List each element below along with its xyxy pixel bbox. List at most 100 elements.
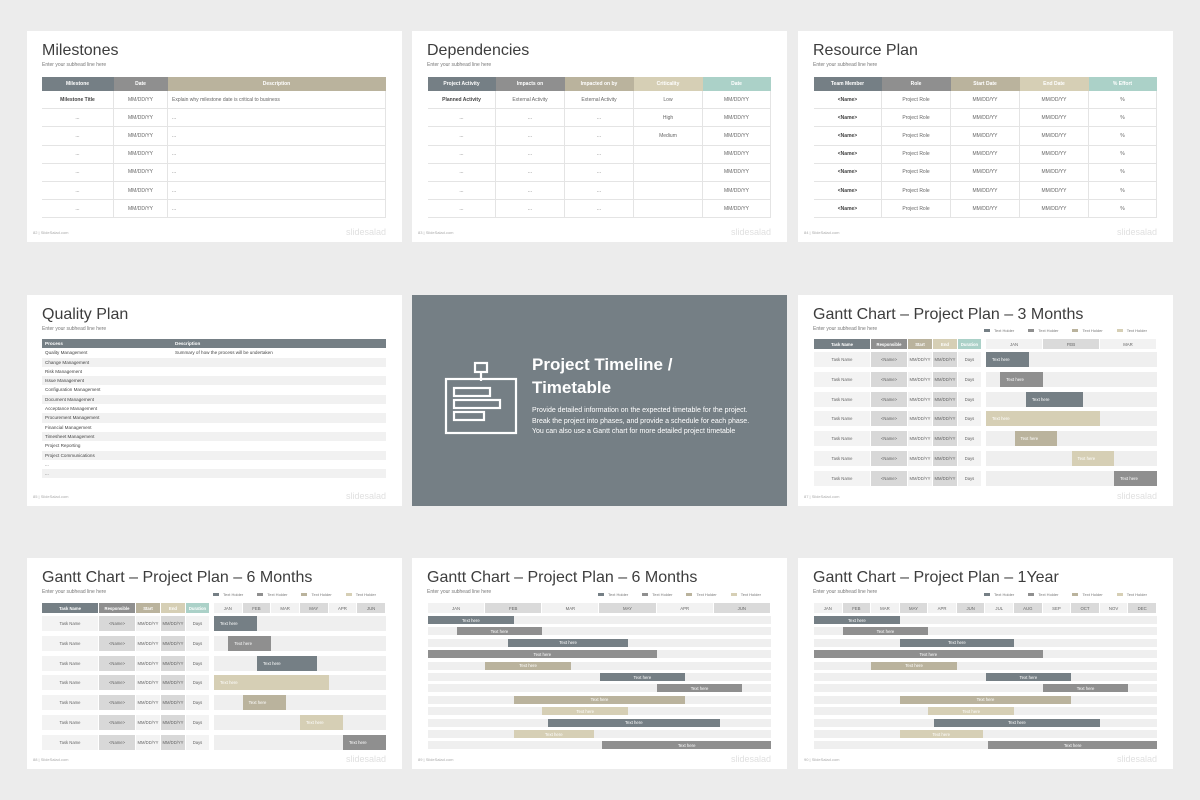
table-cell: ... bbox=[496, 181, 565, 201]
gantt-chart-icon bbox=[444, 361, 518, 435]
gantt-bar: Text here bbox=[1014, 431, 1058, 447]
table-cell: ... bbox=[496, 127, 565, 146]
quality-row: Quality Management Summary of how the pro… bbox=[42, 348, 386, 358]
slide-gantt-6-months-timeline[interactable]: Gantt Chart – Project Plan – 6 Months En… bbox=[412, 558, 787, 769]
legend-swatch bbox=[1072, 592, 1079, 597]
gantt-task-cell: Task Name bbox=[42, 616, 98, 631]
table-cell: MM/DD/YY bbox=[703, 91, 771, 110]
gantt-header-cell: Task Name bbox=[814, 339, 870, 349]
gantt-task-row: Task Name <Name> MM/DD/YY MM/DD/YY Days bbox=[814, 391, 982, 407]
table-cell: ... bbox=[565, 145, 634, 164]
quality-row: Timesheet Management bbox=[42, 431, 386, 442]
gantt-chart: Task Name Responsible Start End Duration JAN F… bbox=[814, 339, 1157, 487]
gantt-task-cell: MM/DD/YY bbox=[933, 431, 957, 447]
gantt-task-cell: MM/DD/YY bbox=[136, 635, 160, 651]
legend-item: Text Holder bbox=[345, 592, 376, 597]
slide-dependencies[interactable]: Dependencies Enter your subhead line her… bbox=[412, 31, 787, 242]
quality-row: Risk Management bbox=[42, 366, 386, 377]
quality-header-cell: Process bbox=[42, 339, 172, 349]
slide-quality-plan[interactable]: Quality Plan Enter your subhead line her… bbox=[27, 295, 402, 506]
table-cell: <Name> bbox=[814, 109, 882, 128]
quality-row: Procurement Management bbox=[42, 413, 386, 423]
gantt-bar: Text here bbox=[871, 661, 957, 670]
gantt-bar: Text here bbox=[456, 627, 543, 636]
table-cell: ... bbox=[428, 181, 496, 201]
gantt-task-cell: MM/DD/YY bbox=[136, 675, 160, 691]
quality-cell bbox=[172, 432, 386, 441]
quality-cell bbox=[172, 385, 386, 394]
table-cell: MM/DD/YY bbox=[951, 181, 1020, 201]
table-cell: Planned Activity bbox=[428, 91, 496, 110]
slide-subtitle: Enter your subhead line here bbox=[42, 326, 107, 332]
gantt-bar: Text here bbox=[257, 655, 318, 671]
gantt-task-cell: Days bbox=[186, 675, 209, 691]
table-cell: ... bbox=[168, 145, 386, 164]
gantt-bar: Text here bbox=[214, 675, 329, 691]
gantt-task-cell: Days bbox=[958, 431, 981, 447]
gantt-task-row: Task Name <Name> MM/DD/YY MM/DD/YY Days bbox=[42, 655, 210, 671]
table-cell: Project Role bbox=[882, 181, 951, 201]
gantt-header-cell: End bbox=[161, 603, 185, 613]
legend-item: Text Holder bbox=[1072, 328, 1103, 333]
gantt-month-label: SEP bbox=[1042, 603, 1072, 613]
gantt-task-cell: <Name> bbox=[99, 635, 135, 651]
gantt-task-cell: <Name> bbox=[871, 411, 907, 427]
gantt-task-cell: Task Name bbox=[814, 391, 870, 407]
slide-project-timeline[interactable]: Project Timeline / Timetable Provide det… bbox=[412, 295, 787, 506]
table-cell: <Name> bbox=[814, 200, 882, 219]
table-header-cell: Criticality bbox=[634, 77, 703, 91]
quality-cell: Change Management bbox=[45, 359, 90, 365]
gantt-task-cell: <Name> bbox=[871, 371, 907, 387]
gantt-task-cell: Task Name bbox=[814, 411, 870, 427]
gantt-track bbox=[814, 730, 1157, 738]
table-cell: Project Role bbox=[882, 109, 951, 128]
gantt-bar: Text here bbox=[814, 650, 1043, 659]
table-header-cell: Impacted on by bbox=[565, 77, 634, 91]
quality-cell bbox=[172, 404, 386, 413]
gantt-bar: Text here bbox=[508, 638, 629, 647]
slide-title: Resource Plan bbox=[813, 42, 918, 59]
table-cell: MM/DD/YY bbox=[1020, 145, 1089, 164]
gantt-task-cell: <Name> bbox=[871, 431, 907, 447]
gantt-task-cell: MM/DD/YY bbox=[933, 352, 957, 367]
gantt-bar: Text here bbox=[988, 741, 1157, 750]
table-cell: <Name> bbox=[814, 163, 882, 182]
gantt-task-cell: Task Name bbox=[814, 371, 870, 387]
dependencies-table: Project Activity Impacts on Impacted on by… bbox=[428, 77, 771, 219]
quality-cell bbox=[172, 460, 386, 469]
table-cell: MM/DD/YY bbox=[951, 127, 1020, 146]
slide-subtitle: Enter your subhead line here bbox=[813, 62, 878, 68]
slide-gantt-6-months-table[interactable]: Gantt Chart – Project Plan – 6 Months En… bbox=[27, 558, 402, 769]
quality-row: Document Management bbox=[42, 394, 386, 405]
brand-watermark: slidesalad bbox=[1116, 754, 1157, 764]
table-header-cell: Role bbox=[882, 77, 951, 91]
quality-cell: Procurement Management bbox=[45, 415, 100, 421]
slide-resource-plan[interactable]: Resource Plan Enter your subhead line he… bbox=[798, 31, 1173, 242]
quality-row: Financial Management bbox=[42, 422, 386, 432]
gantt-month-label: MAR bbox=[271, 603, 300, 613]
table-cell: ... bbox=[565, 163, 634, 182]
gantt-month-label: MAY bbox=[299, 603, 329, 613]
table-cell: Project Role bbox=[882, 145, 951, 164]
gantt-task-cell: MM/DD/YY bbox=[136, 655, 160, 671]
slide-gantt-3-months[interactable]: Gantt Chart – Project Plan – 3 Months En… bbox=[798, 295, 1173, 506]
quality-row: Project Reporting bbox=[42, 441, 386, 451]
gantt-bar: Text here bbox=[485, 661, 571, 670]
slide-milestones[interactable]: Milestones Enter your subhead line here … bbox=[27, 31, 402, 242]
quality-cell bbox=[172, 413, 386, 422]
table-cell: MM/DD/YY bbox=[114, 200, 168, 219]
gantt-task-row: Task Name <Name> MM/DD/YY MM/DD/YY Days bbox=[42, 695, 210, 711]
slide-footer: 84 | SlideSalad.com bbox=[804, 230, 840, 235]
gantt-task-cell: MM/DD/YY bbox=[908, 451, 932, 466]
slide-title: Milestones bbox=[42, 42, 119, 59]
slide-gantt-1-year[interactable]: Gantt Chart – Project Plan – 1Year Enter… bbox=[798, 558, 1173, 769]
gantt-bar: Text here bbox=[542, 707, 629, 716]
gantt-task-cell: <Name> bbox=[871, 352, 907, 367]
gantt-month-label: APR bbox=[656, 603, 714, 613]
gantt-month-label: MAY bbox=[899, 603, 929, 613]
gantt-bar: Text here bbox=[214, 616, 257, 631]
gantt-bar: Text here bbox=[934, 718, 1100, 727]
brand-watermark: slidesalad bbox=[345, 227, 386, 237]
gantt-task-cell: MM/DD/YY bbox=[908, 391, 932, 407]
table-cell: <Name> bbox=[814, 181, 882, 201]
